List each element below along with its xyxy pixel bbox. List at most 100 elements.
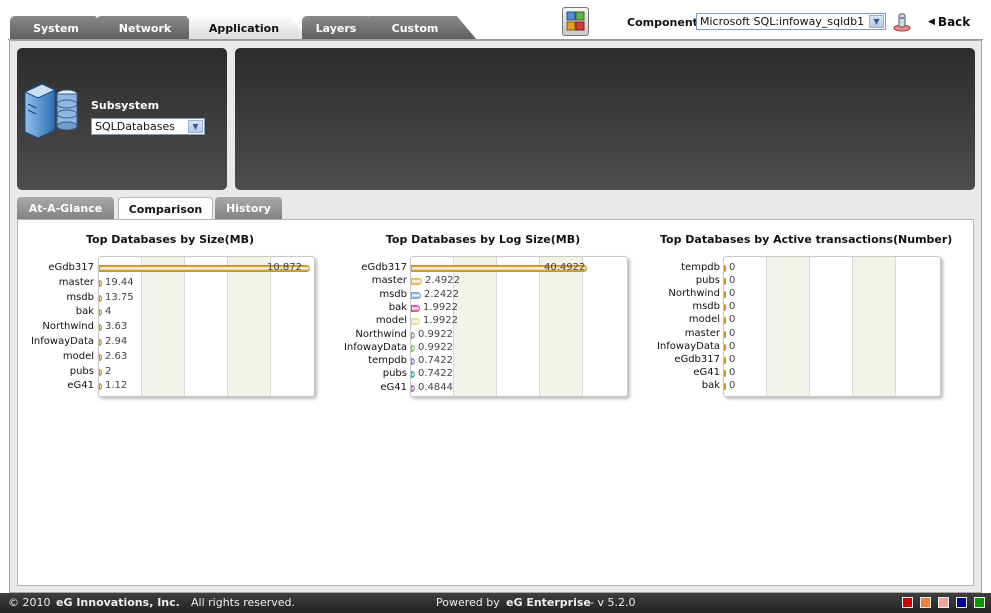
data-label: 0 xyxy=(729,314,736,326)
tick-label: tempdb xyxy=(681,262,720,273)
data-label: 0 xyxy=(729,366,736,378)
tick-label: eGdb317 xyxy=(674,353,720,365)
footer-company: eG Innovations, Inc. xyxy=(56,596,180,609)
legend-swatch-major xyxy=(920,597,931,608)
tab-comparison[interactable]: Comparison xyxy=(118,197,213,221)
bar[interactable] xyxy=(724,369,726,377)
data-label: 0.9922 xyxy=(418,341,453,353)
component-select[interactable]: Microsoft SQL:infoway_sqldb1 ▼ xyxy=(696,13,886,30)
data-label: 2.63 xyxy=(105,350,128,362)
database-monitor-icon[interactable] xyxy=(892,12,912,32)
tick-label: model xyxy=(688,314,720,326)
tick-label: model xyxy=(62,350,94,362)
component-select-value: Microsoft SQL:infoway_sqldb1 xyxy=(700,15,865,28)
data-label: 1.12 xyxy=(105,380,128,392)
chevron-down-icon: ▼ xyxy=(869,15,884,28)
footer-bar: © 2010 eG Innovations, Inc. All rights r… xyxy=(0,593,991,613)
tick-label: InfowayData xyxy=(343,341,407,353)
data-label: 0 xyxy=(729,275,736,287)
bar[interactable] xyxy=(724,356,726,364)
tick-label: eG41 xyxy=(693,366,720,378)
component-label: Component xyxy=(627,16,698,29)
tick-label: master xyxy=(371,275,407,287)
bar[interactable] xyxy=(724,265,726,272)
bar[interactable] xyxy=(411,291,421,299)
data-label: 2.94 xyxy=(105,336,128,347)
bar[interactable] xyxy=(724,330,726,338)
bar[interactable] xyxy=(724,343,726,351)
data-label: 1.9922 xyxy=(423,315,458,327)
tab-network-label: Network xyxy=(118,21,172,35)
data-label: 0 xyxy=(729,353,736,365)
tick-label: bak xyxy=(75,306,94,318)
tick-label: msdb xyxy=(692,301,720,313)
tab-comparison-label: Comparison xyxy=(128,203,203,216)
tick-label: Northwind xyxy=(42,321,94,333)
tick-label: eGdb317 xyxy=(48,262,94,273)
footer-product: eG Enterprise xyxy=(506,596,591,609)
data-label: 0 xyxy=(729,340,736,352)
tick-label: eG41 xyxy=(380,381,407,393)
bar[interactable] xyxy=(411,318,420,326)
tick-label: msdb xyxy=(379,288,407,300)
data-label: 0.4844 xyxy=(418,381,453,393)
chart-title: Top Databases by Size(MB) xyxy=(85,233,255,246)
tick-label: pubs xyxy=(382,368,407,380)
bar[interactable] xyxy=(411,278,422,286)
layout-grid-icon xyxy=(566,11,585,31)
tab-application[interactable]: Application xyxy=(189,16,311,40)
tick-label: pubs xyxy=(695,275,720,287)
tick-label: Northwind xyxy=(668,288,720,300)
tick-label: msdb xyxy=(66,291,94,303)
bar[interactable] xyxy=(411,304,420,312)
tab-custom[interactable]: Custom xyxy=(365,16,477,40)
data-label: 3.63 xyxy=(105,321,128,333)
data-label: 10.872 xyxy=(267,262,302,273)
data-label: 0 xyxy=(729,288,736,300)
data-label: 1.9922 xyxy=(423,301,458,313)
layout-toggle-button[interactable] xyxy=(562,7,589,36)
footer-copyright-prefix: © 2010 xyxy=(8,596,51,609)
tick-label: bak xyxy=(701,379,720,391)
tab-system-label: System xyxy=(33,21,79,35)
tick-label: InfowayData xyxy=(30,336,94,347)
bar[interactable] xyxy=(99,294,102,302)
data-label: 0.7422 xyxy=(418,368,453,380)
tab-history[interactable]: History xyxy=(215,197,282,219)
tick-label: Northwind xyxy=(355,328,407,340)
chart-title: Top Databases by Log Size(MB) xyxy=(385,233,581,246)
tick-label: pubs xyxy=(69,365,94,377)
header-banner-panel xyxy=(235,48,975,190)
tick-label: tempdb xyxy=(368,355,407,367)
data-label: 0 xyxy=(729,262,736,273)
footer-rights: All rights reserved. xyxy=(191,596,296,609)
back-button[interactable]: ◀ Back xyxy=(928,15,970,29)
tab-application-label: Application xyxy=(208,21,280,35)
back-label: Back xyxy=(937,15,971,29)
tab-custom-label: Custom xyxy=(391,21,439,35)
bar[interactable] xyxy=(724,278,726,286)
data-label: 0.9922 xyxy=(418,328,453,340)
tick-label: eG41 xyxy=(67,380,94,392)
tick-label: eGdb317 xyxy=(361,262,407,273)
legend-swatch-normal xyxy=(974,597,985,608)
data-label: 19.44 xyxy=(105,276,134,288)
bar[interactable] xyxy=(724,382,726,390)
bar[interactable] xyxy=(99,368,102,376)
bar[interactable] xyxy=(411,331,415,339)
subsystem-select[interactable]: SQLDatabases ▼ xyxy=(91,118,205,135)
tick-label: master xyxy=(684,327,720,339)
legend-swatch-critical xyxy=(902,597,913,608)
chevron-down-icon: ▼ xyxy=(188,120,203,133)
data-label: 0 xyxy=(729,301,736,313)
tab-layers-label: Layers xyxy=(315,21,357,35)
data-label: 40.4922 xyxy=(544,262,586,273)
tick-label: model xyxy=(375,315,407,327)
tab-at-a-glance[interactable]: At-A-Glance xyxy=(17,197,114,219)
chart-plot-area xyxy=(723,256,941,397)
data-label: 0 xyxy=(729,327,736,339)
legend-swatch-minor xyxy=(938,597,949,608)
back-arrow-icon: ◀ xyxy=(928,17,935,27)
data-label: 4 xyxy=(105,306,112,318)
data-label: 2 xyxy=(105,365,112,377)
